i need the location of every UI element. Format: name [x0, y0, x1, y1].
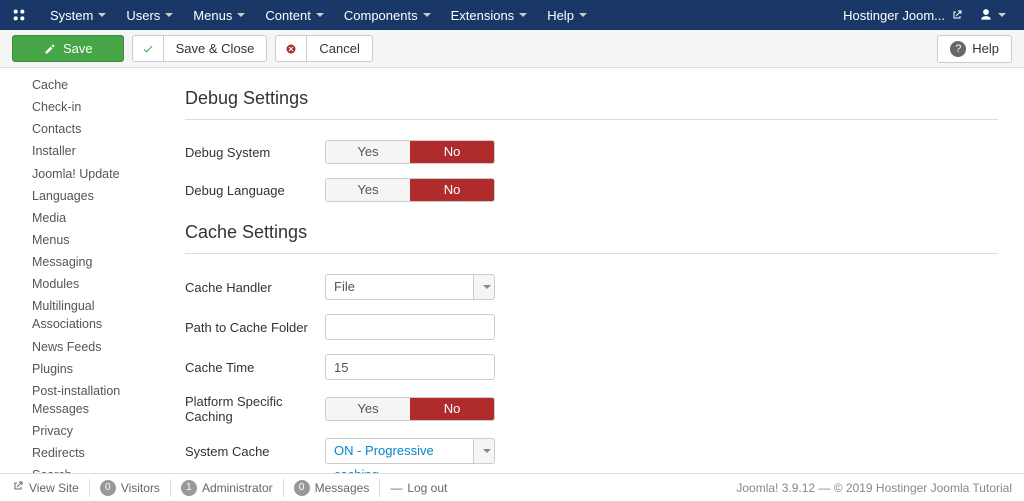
select-cache-handler[interactable]: File: [325, 274, 495, 300]
sidebar-item[interactable]: Redirects: [0, 442, 165, 464]
sidebar-item[interactable]: Modules: [0, 273, 165, 295]
chevron-down-icon: [423, 13, 431, 17]
label-cache-handler: Cache Handler: [185, 280, 325, 295]
toggle-debug-language[interactable]: Yes No: [325, 178, 495, 202]
sidebar-item[interactable]: Media: [0, 207, 165, 229]
content: Debug Settings Debug System Yes No Debug…: [165, 68, 1024, 473]
footer: View Site 0 Visitors 1 Administrator 0 M…: [0, 473, 1024, 501]
joomla-icon[interactable]: [10, 6, 28, 24]
chevron-down-icon: [519, 13, 527, 17]
select-value: ON - Progressive caching: [325, 438, 473, 464]
topnav-system[interactable]: System: [40, 0, 116, 30]
save-close-check-button[interactable]: [132, 35, 163, 62]
chevron-down-icon: [998, 13, 1006, 17]
sidebar: Cache Check-in Contacts Installer Joomla…: [0, 68, 165, 473]
toolbar: Save Save & Close Cancel ? Help: [0, 30, 1024, 68]
sidebar-item[interactable]: Plugins: [0, 358, 165, 380]
topnav-menus[interactable]: Menus: [183, 0, 255, 30]
topnav-extensions[interactable]: Extensions: [441, 0, 538, 30]
sidebar-item[interactable]: Privacy: [0, 420, 165, 442]
chevron-down-icon: [98, 13, 106, 17]
save-close-button[interactable]: Save & Close: [163, 35, 268, 62]
row-path-cache-folder: Path to Cache Folder: [185, 314, 998, 340]
sidebar-item[interactable]: Joomla! Update: [0, 163, 165, 185]
toggle-platform-caching[interactable]: Yes No: [325, 397, 495, 421]
select-value: File: [325, 274, 473, 300]
toggle-debug-system[interactable]: Yes No: [325, 140, 495, 164]
row-cache-time: Cache Time: [185, 354, 998, 380]
chevron-down-icon: [579, 13, 587, 17]
sidebar-item[interactable]: Contacts: [0, 118, 165, 140]
toggle-no[interactable]: No: [410, 179, 494, 201]
admin-badge: 1: [181, 480, 197, 496]
footer-view-site[interactable]: View Site: [12, 479, 90, 497]
sidebar-item[interactable]: Multilingual Associations: [0, 295, 165, 335]
row-cache-handler: Cache Handler File: [185, 274, 998, 300]
chevron-down-icon: [237, 13, 245, 17]
sidebar-item[interactable]: Menus: [0, 229, 165, 251]
question-icon: ?: [950, 41, 966, 57]
select-system-cache[interactable]: ON - Progressive caching: [325, 438, 495, 464]
sidebar-item[interactable]: News Feeds: [0, 336, 165, 358]
toggle-no[interactable]: No: [410, 398, 494, 420]
topnav-users[interactable]: Users: [116, 0, 183, 30]
toggle-yes[interactable]: Yes: [326, 179, 410, 201]
chevron-down-icon[interactable]: [473, 438, 495, 464]
label-cache-time: Cache Time: [185, 360, 325, 375]
close-circle-icon: [284, 42, 298, 56]
row-debug-system: Debug System Yes No: [185, 140, 998, 164]
sidebar-item[interactable]: Check-in: [0, 96, 165, 118]
cache-settings-heading: Cache Settings: [185, 216, 998, 254]
footer-logout[interactable]: — Log out: [380, 479, 457, 497]
save-close-group: Save & Close: [132, 35, 268, 62]
toggle-yes[interactable]: Yes: [326, 141, 410, 163]
pencil-icon: [43, 42, 57, 56]
input-path-cache-folder[interactable]: [325, 314, 495, 340]
topnav-content[interactable]: Content: [255, 0, 334, 30]
label-system-cache: System Cache: [185, 444, 325, 459]
row-platform-caching: Platform Specific Caching Yes No: [185, 394, 998, 424]
sidebar-item[interactable]: Post-installation Messages: [0, 380, 165, 420]
label-debug-language: Debug Language: [185, 183, 325, 198]
label-platform-caching: Platform Specific Caching: [185, 394, 325, 424]
footer-administrator[interactable]: 1 Administrator: [171, 479, 284, 497]
row-system-cache: System Cache ON - Progressive caching: [185, 438, 998, 464]
cancel-x-button[interactable]: [275, 35, 306, 62]
row-debug-language: Debug Language Yes No: [185, 178, 998, 202]
external-link-icon: [951, 9, 963, 21]
main-area: Cache Check-in Contacts Installer Joomla…: [0, 68, 1024, 473]
chevron-down-icon[interactable]: [473, 274, 495, 300]
label-path-cache-folder: Path to Cache Folder: [185, 320, 325, 335]
footer-visitors[interactable]: 0 Visitors: [90, 479, 171, 497]
sidebar-item[interactable]: Cache: [0, 74, 165, 96]
debug-settings-heading: Debug Settings: [185, 82, 998, 120]
external-link-icon: [12, 480, 24, 495]
label-debug-system: Debug System: [185, 145, 325, 160]
top-navbar: System Users Menus Content Components Ex…: [0, 0, 1024, 30]
help-button[interactable]: ? Help: [937, 35, 1012, 63]
visitors-badge: 0: [100, 480, 116, 496]
sidebar-item[interactable]: Installer: [0, 140, 165, 162]
input-cache-time[interactable]: [325, 354, 495, 380]
chevron-down-icon: [316, 13, 324, 17]
sidebar-item[interactable]: Messaging: [0, 251, 165, 273]
toggle-yes[interactable]: Yes: [326, 398, 410, 420]
cancel-group: Cancel: [275, 35, 372, 62]
topnav-site-link[interactable]: Hostinger Joom...: [835, 0, 971, 30]
check-icon: [141, 42, 155, 56]
footer-messages[interactable]: 0 Messages: [284, 479, 381, 497]
logout-icon: —: [390, 481, 402, 495]
toggle-no[interactable]: No: [410, 141, 494, 163]
topnav-user-menu[interactable]: [971, 0, 1014, 30]
cancel-button[interactable]: Cancel: [306, 35, 372, 62]
messages-badge: 0: [294, 480, 310, 496]
chevron-down-icon: [165, 13, 173, 17]
topnav-help[interactable]: Help: [537, 0, 597, 30]
sidebar-item[interactable]: Search: [0, 464, 165, 473]
topnav-components[interactable]: Components: [334, 0, 441, 30]
sidebar-item[interactable]: Languages: [0, 185, 165, 207]
footer-version: Joomla! 3.9.12 — © 2019 Hostinger Joomla…: [736, 481, 1012, 495]
topnav-menus: System Users Menus Content Components Ex…: [40, 0, 597, 30]
save-button[interactable]: Save: [12, 35, 124, 62]
